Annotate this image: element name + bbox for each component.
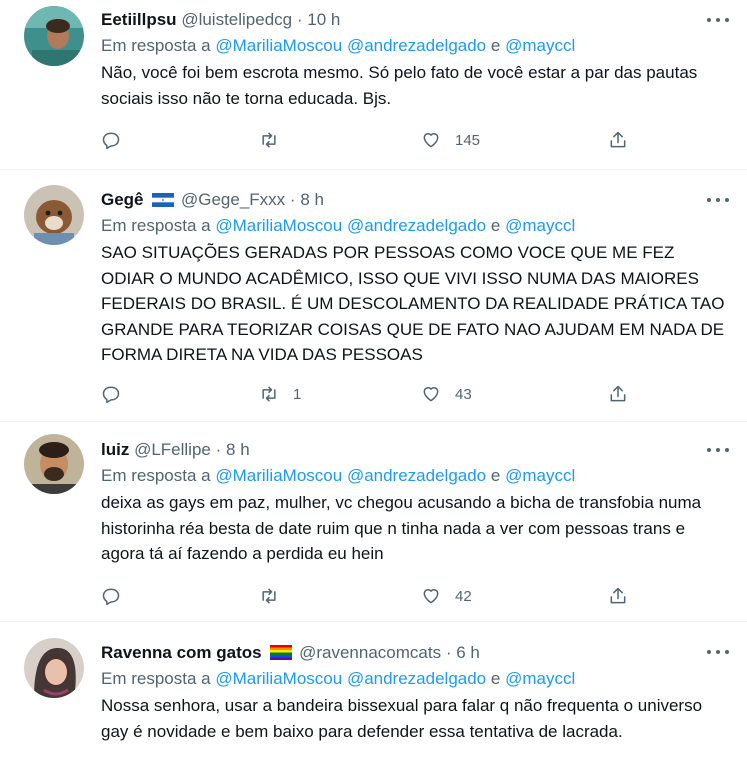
reply-button[interactable] [101, 128, 121, 152]
mention-link[interactable]: @MariliaMoscou [215, 669, 342, 688]
mention-link[interactable]: @MariliaMoscou [215, 36, 342, 55]
tweet-actions: 145 [101, 128, 631, 152]
avatar[interactable] [24, 6, 84, 66]
reply-and: e [490, 669, 501, 688]
separator-dot: · [445, 643, 452, 662]
display-name[interactable]: Eetiillpsu [101, 10, 177, 29]
retweet-icon [262, 386, 276, 402]
reply-and: e [490, 36, 501, 55]
share-button[interactable] [608, 584, 628, 608]
reply-and: e [490, 466, 501, 485]
share-icon [610, 131, 626, 148]
avatar[interactable] [24, 638, 84, 698]
like-count: 42 [455, 587, 472, 605]
tweet-header: Ravenna com gatos @ravennacomcats · 6 h [101, 642, 727, 664]
user-handle[interactable]: @luistelipedcg [181, 10, 292, 29]
mention-link[interactable]: @mayccl [505, 36, 575, 55]
tweet-text: Não, você foi bem escrota mesmo. Só pelo… [101, 63, 698, 108]
tweet[interactable]: luiz @LFellipe · 8 h Em resposta a @Mari… [0, 422, 747, 622]
display-name[interactable]: Ravenna com gatos [101, 643, 262, 662]
display-name[interactable]: luiz [101, 440, 129, 459]
more-options-icon[interactable] [707, 648, 729, 656]
retweet-icon [262, 132, 276, 148]
avatar[interactable] [24, 434, 84, 494]
like-button[interactable]: 43 [421, 382, 472, 406]
retweet-button[interactable] [259, 584, 293, 608]
reply-prefix: Em resposta a [101, 216, 211, 235]
like-count: 43 [455, 385, 472, 403]
retweet-button[interactable] [259, 128, 293, 152]
more-options-icon[interactable] [707, 446, 729, 454]
user-handle[interactable]: @ravennacomcats [299, 643, 441, 662]
heart-icon [423, 589, 439, 604]
reply-prefix: Em resposta a [101, 466, 211, 485]
share-icon [610, 587, 626, 604]
tweet-text: SAO SITUAÇÕES GERADAS POR PESSOAS COMO V… [101, 243, 725, 364]
reply-context: Em resposta a @MariliaMoscou @andrezadel… [101, 465, 727, 487]
user-handle[interactable]: @Gege_Fxxx [181, 190, 285, 209]
timestamp[interactable]: 10 h [307, 10, 340, 29]
like-button[interactable]: 145 [421, 128, 480, 152]
separator-dot: · [296, 10, 303, 29]
reply-icon [102, 386, 120, 404]
tweet-header: Eetiillpsu @luistelipedcg · 10 h [101, 9, 727, 31]
share-button[interactable] [608, 128, 628, 152]
more-options-icon[interactable] [707, 16, 729, 24]
reply-button[interactable] [101, 584, 121, 608]
mention-link[interactable]: @andrezadelgado [347, 36, 486, 55]
reply-icon [102, 132, 120, 150]
mention-link[interactable]: @andrezadelgado [347, 216, 486, 235]
retweet-icon [262, 588, 276, 604]
tweet-header: Gegê @Gege_Fxxx · 8 h [101, 189, 727, 211]
rainbow-flag-icon [270, 644, 293, 666]
reply-context: Em resposta a @MariliaMoscou @andrezadel… [101, 668, 727, 690]
separator-dot: · [289, 190, 296, 209]
tweet-header: luiz @LFellipe · 8 h [101, 439, 727, 461]
reply-context: Em resposta a @MariliaMoscou @andrezadel… [101, 215, 727, 237]
avatar[interactable] [24, 185, 84, 245]
mention-link[interactable]: @mayccl [505, 216, 575, 235]
tweet-text: Nossa senhora, usar a bandeira bissexual… [101, 696, 703, 741]
share-icon [610, 385, 626, 402]
user-handle[interactable]: @LFellipe [134, 440, 211, 459]
reply-context: Em resposta a @MariliaMoscou @andrezadel… [101, 35, 727, 57]
reply-button[interactable] [101, 382, 121, 406]
honduras-flag-icon [152, 191, 175, 213]
timestamp[interactable]: 6 h [456, 643, 480, 662]
reply-prefix: Em resposta a [101, 669, 211, 688]
heart-icon [423, 387, 439, 402]
reply-icon [102, 588, 120, 606]
retweet-count: 1 [293, 385, 302, 403]
tweet-text: deixa as gays em paz, mulher, vc chegou … [101, 493, 702, 563]
more-options-icon[interactable] [707, 196, 729, 204]
mention-link[interactable]: @mayccl [505, 466, 575, 485]
mention-link[interactable]: @mayccl [505, 669, 575, 688]
reply-prefix: Em resposta a [101, 36, 211, 55]
like-button[interactable]: 42 [421, 584, 472, 608]
mention-link[interactable]: @andrezadelgado [347, 669, 486, 688]
tweet[interactable]: Ravenna com gatos @ravennacomcats · 6 h … [0, 622, 747, 776]
mention-link[interactable]: @MariliaMoscou [215, 466, 342, 485]
tweet[interactable]: Gegê @Gege_Fxxx · 8 h Em resposta a @Mar… [0, 170, 747, 422]
display-name[interactable]: Gegê [101, 190, 144, 209]
like-count: 145 [455, 131, 481, 149]
reply-and: e [490, 216, 501, 235]
retweet-button[interactable]: 1 [259, 382, 301, 406]
timestamp[interactable]: 8 h [300, 190, 324, 209]
separator-dot: · [215, 440, 222, 459]
share-button[interactable] [608, 382, 628, 406]
mention-link[interactable]: @andrezadelgado [347, 466, 486, 485]
mention-link[interactable]: @MariliaMoscou [215, 216, 342, 235]
tweet[interactable]: Eetiillpsu @luistelipedcg · 10 h Em resp… [0, 0, 747, 170]
heart-icon [423, 133, 439, 148]
timestamp[interactable]: 8 h [226, 440, 250, 459]
tweet-actions: 42 [101, 584, 631, 608]
tweet-actions: 1 43 [101, 382, 631, 406]
